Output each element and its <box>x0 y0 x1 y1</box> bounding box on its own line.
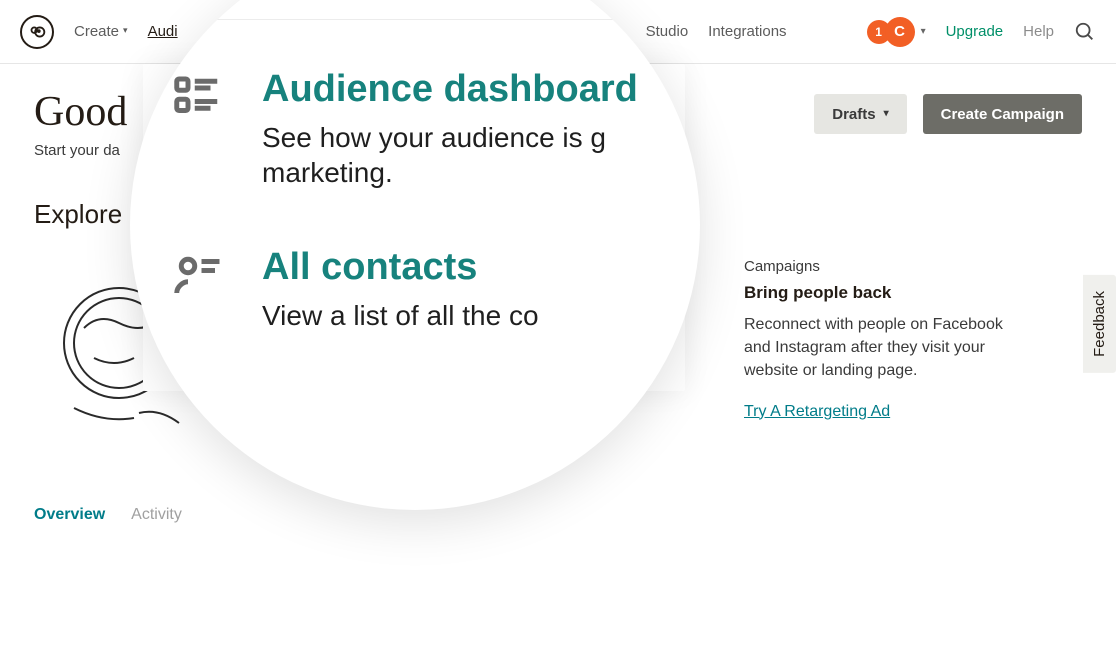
card-category: Campaigns <box>744 258 1024 275</box>
list-icon <box>170 70 226 190</box>
nav-help-label: Help <box>1023 23 1054 40</box>
lens-menu-audience-dashboard[interactable]: Audience dashboard See how your audience… <box>170 70 670 190</box>
card-title: Bring people back <box>744 283 1024 303</box>
lens-title: Audience dashboard <box>262 70 670 110</box>
nav-audience[interactable]: Audi <box>148 23 178 40</box>
drafts-label: Drafts <box>832 106 875 123</box>
page-subtitle: Start your da <box>34 142 127 159</box>
create-campaign-label: Create Campaign <box>941 106 1064 123</box>
lens-desc: View a list of all the co <box>262 298 539 333</box>
chevron-down-icon: ▾ <box>921 26 926 37</box>
feedback-tab[interactable]: Feedback <box>1083 275 1116 373</box>
nav-help[interactable]: Help <box>1023 23 1054 40</box>
card-body: Reconnect with people on Facebook and In… <box>744 313 1024 383</box>
chevron-down-icon: ▾ <box>123 25 128 36</box>
tabs: Overview Activity <box>34 506 1082 524</box>
lens-desc: See how your audience is g marketing. <box>262 120 670 190</box>
nav-create-label: Create <box>74 23 119 40</box>
mailchimp-logo[interactable] <box>20 15 54 49</box>
contacts-icon <box>170 248 226 333</box>
create-campaign-button[interactable]: Create Campaign <box>923 94 1082 134</box>
avatar: C <box>885 17 915 47</box>
nav-brandstudio-label: Studio <box>646 23 689 40</box>
lens-menu-all-contacts[interactable]: All contacts View a list of all the co <box>170 248 670 333</box>
account-menu[interactable]: 1 C ▾ <box>867 17 926 47</box>
nav-integrations[interactable]: Integrations <box>708 23 786 40</box>
tab-activity[interactable]: Activity <box>131 506 182 524</box>
nav-upgrade-label: Upgrade <box>946 23 1004 40</box>
lens-title: All contacts <box>262 248 539 288</box>
nav-integrations-label: Integrations <box>708 23 786 40</box>
drafts-button[interactable]: Drafts ▾ <box>814 94 906 134</box>
tab-overview[interactable]: Overview <box>34 506 105 524</box>
chevron-down-icon: ▾ <box>884 108 889 119</box>
nav-brandstudio[interactable]: Studio <box>646 23 689 40</box>
page-title: Good <box>34 88 127 136</box>
nav-upgrade[interactable]: Upgrade <box>946 23 1004 40</box>
nav-create[interactable]: Create ▾ <box>74 23 128 40</box>
nav-audience-label: Audi <box>148 23 178 40</box>
card-retargeting: Campaigns Bring people back Reconnect wi… <box>744 258 1024 458</box>
search-icon[interactable] <box>1074 21 1096 43</box>
card-link[interactable]: Try A Retargeting Ad <box>744 403 1024 421</box>
